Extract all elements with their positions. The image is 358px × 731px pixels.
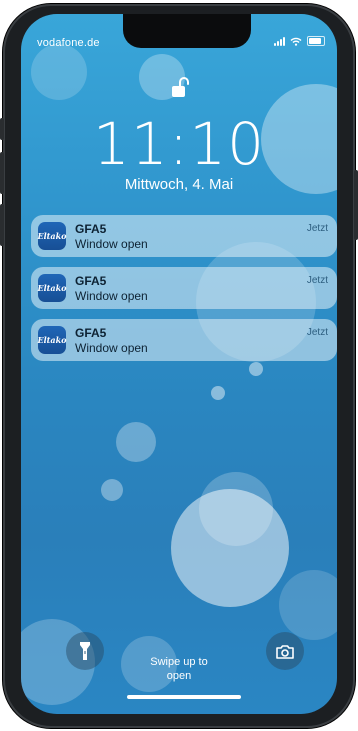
eltako-app-icon: Eltako xyxy=(38,274,66,302)
wallpaper-bokeh xyxy=(249,362,263,376)
eltako-app-icon: Eltako xyxy=(38,326,66,354)
battery-icon xyxy=(307,36,325,46)
lockscreen-clock: 11:10 xyxy=(92,110,266,178)
notification-time: Jetzt xyxy=(306,327,328,338)
notification-body: Window open xyxy=(75,289,148,303)
notification-title: GFA5 xyxy=(75,274,107,288)
side-button xyxy=(354,170,358,240)
notification-title: GFA5 xyxy=(75,326,107,340)
wallpaper-bokeh xyxy=(211,386,225,400)
notification-card[interactable]: Eltako GFA5 Window open Jetzt xyxy=(31,319,337,361)
volume-down-button xyxy=(0,204,4,246)
wallpaper-bokeh xyxy=(101,479,123,501)
volume-up-button xyxy=(0,152,4,194)
notification-body: Window open xyxy=(75,237,148,251)
status-icons xyxy=(274,36,325,46)
unlocked-padlock-icon xyxy=(172,77,189,97)
lock-screen: vodafone.de 11:10 Mittwoch, 4. Mai Eltak… xyxy=(21,14,337,714)
wallpaper-bokeh xyxy=(116,422,156,462)
wallpaper-bokeh xyxy=(279,570,337,640)
swipe-up-hint: Swipe up to open xyxy=(21,655,337,683)
home-indicator[interactable] xyxy=(127,695,241,699)
carrier-label: vodafone.de xyxy=(37,37,100,49)
signal-icon xyxy=(274,36,285,46)
notification-time: Jetzt xyxy=(306,275,328,286)
notification-card[interactable]: Eltako GFA5 Window open Jetzt xyxy=(31,267,337,309)
notification-card[interactable]: Eltako GFA5 Window open Jetzt xyxy=(31,215,337,257)
wifi-icon xyxy=(290,37,302,46)
camera-notch xyxy=(123,14,251,48)
notification-body: Window open xyxy=(75,341,148,355)
silent-switch xyxy=(0,118,4,140)
wallpaper-bokeh xyxy=(31,44,87,100)
lockscreen-date: Mittwoch, 4. Mai xyxy=(124,176,234,193)
notification-title: GFA5 xyxy=(75,222,107,236)
swipe-hint-line1: Swipe up to xyxy=(150,656,208,668)
wallpaper-bokeh xyxy=(199,472,273,546)
swipe-hint-line2: open xyxy=(166,670,192,682)
eltako-app-icon: Eltako xyxy=(38,222,66,250)
notification-time: Jetzt xyxy=(306,223,328,234)
